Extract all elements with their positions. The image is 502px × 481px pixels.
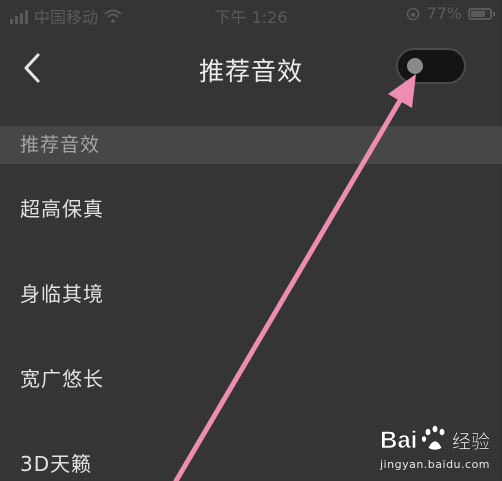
rotation-lock-icon [407, 7, 420, 20]
baidu-jingyan-watermark: Bai 经验 jingyan.baidu.com [376, 420, 496, 476]
list-item-effect[interactable]: 宽广悠长 [0, 334, 502, 419]
status-bar: 中国移动 下午 1:26 77% [0, 0, 502, 30]
toggle-knob [407, 58, 423, 74]
baidu-logo: Bai 经验 [380, 425, 490, 454]
recommended-effects-toggle[interactable] [396, 48, 466, 84]
status-right: 77% [406, 4, 495, 23]
section-header: 推荐音效 [0, 126, 502, 164]
battery-icon [468, 7, 495, 20]
list-item-effect[interactable]: 身临其境 [0, 249, 502, 334]
svg-text:经验: 经验 [452, 431, 490, 453]
watermark-url: jingyan.baidu.com [380, 458, 491, 471]
svg-text:Bai: Bai [380, 427, 417, 454]
nav-bar: 推荐音效 [0, 30, 502, 106]
battery-percent: 77% [426, 4, 462, 23]
screen: 中国移动 下午 1:26 77% 推荐音效 推荐音效 超高保真 身临其境 宽广悠… [0, 0, 502, 481]
list-item-effect[interactable]: 超高保真 [0, 164, 502, 249]
